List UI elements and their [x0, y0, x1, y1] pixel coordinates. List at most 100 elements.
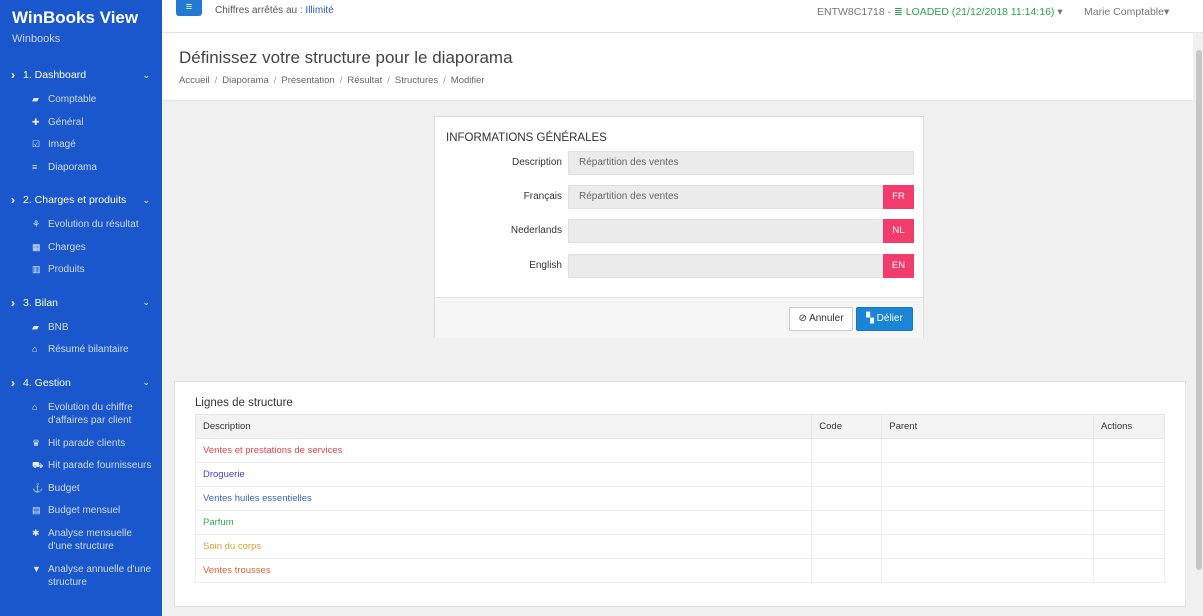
sidebar-item-label: Budget mensuel [48, 505, 121, 516]
language-badge: EN [883, 254, 914, 278]
chiffres-value[interactable]: Illimité [305, 5, 333, 16]
table-row[interactable]: Ventes et prestations de services [194, 438, 1165, 463]
cancel-button[interactable]: ⊘ Annuler [789, 307, 853, 331]
language-badge: FR [883, 185, 914, 209]
sidebar-item-label: Résumé bilantaire [48, 344, 129, 355]
unlink-icon: ▚ [866, 313, 877, 324]
sidebar-section-3[interactable]: › 3. Bilan ⌄ [0, 292, 162, 314]
sidebar-item-text: Produits [48, 263, 85, 276]
sidebar-item[interactable]: ♛ Hit parade clients [0, 437, 162, 460]
structure-panel: Lignes de structure Description Code Paren… [174, 381, 1186, 607]
sidebar-item-label: Analyse annuelle d'une [48, 563, 152, 575]
sidebar-item[interactable]: ≡ Diaporama [0, 161, 162, 184]
sidebar-section-1[interactable]: › 1. Dashboard ⌄ [0, 64, 162, 86]
sidebar-item[interactable]: ✱ Analyse mensuelle d'une structure [0, 527, 162, 563]
row-description: Soin du corps [194, 534, 813, 559]
card-title: INFORMATIONS GÉNÉRALES [446, 132, 607, 144]
sidebar-item[interactable]: ▰ BNB [0, 321, 162, 344]
connection-status[interactable]: ENTW8C1718 - ≣ LOADED (21/12/2018 11:14:… [817, 6, 1063, 18]
sidebar-section-2[interactable]: › 2. Charges et produits ⌄ [0, 189, 162, 211]
table-header-row: Description Code Parent Actions [194, 414, 1165, 439]
text-input[interactable] [568, 219, 884, 243]
sidebar-item-label: Comptable [48, 94, 97, 105]
breadcrumb-item[interactable]: Résultat [347, 75, 382, 86]
table-row[interactable]: Soin du corps [194, 534, 1165, 559]
chevron-right-icon: › [11, 375, 15, 390]
app-subtitle: Winbooks [12, 33, 61, 45]
row-actions [1093, 486, 1165, 511]
row-actions [1093, 558, 1165, 583]
field-row: Description Répartition des ventes [435, 151, 925, 175]
row-description: Ventes trousses [194, 558, 813, 583]
sidebar-item-text: Général [48, 116, 84, 129]
row-description: Ventes et prestations de services [194, 438, 813, 463]
row-parent [881, 510, 1095, 535]
sidebar-item[interactable]: ✚ Général [0, 116, 162, 139]
chiffres-label: Chiffres arrêtés au : [215, 5, 306, 16]
sidebar-item[interactable]: ▥ Produits [0, 263, 162, 286]
sidebar-item-text: Budget [48, 482, 80, 495]
table-icon: ▦ [32, 241, 41, 252]
sidebar-item[interactable]: ☑ Imagé [0, 138, 162, 161]
breadcrumb-item[interactable]: Structures [395, 75, 438, 86]
chevron-down-icon: ⌄ [142, 297, 150, 307]
column-header: Description [194, 414, 813, 439]
sidebar-section-label: 4. Gestion [23, 376, 71, 389]
breadcrumb: Accueil / Diaporama / Présentation / Résultat /… [179, 75, 485, 86]
sidebar-item[interactable]: ▰ Comptable [0, 93, 162, 116]
sidebar-item[interactable]: ▼ Analyse annuelle d'une structure [0, 563, 162, 599]
menu-toggle-button[interactable]: ≡ [176, 0, 202, 16]
sidebar-item[interactable]: ▦ Charges [0, 241, 162, 264]
chevron-down-icon: ⌄ [142, 69, 150, 80]
sidebar-item-text: Analyse annuelle d'une structure [48, 563, 151, 589]
user-menu[interactable]: Marie Comptable▾ [1084, 6, 1169, 18]
breadcrumb-item[interactable]: Présentation [281, 75, 334, 86]
ban-icon: ⊘ [798, 313, 810, 324]
sidebar-item-text: Hit parade clients [48, 437, 125, 450]
row-actions [1093, 438, 1165, 463]
breadcrumb-separator: / [443, 75, 446, 86]
list-icon: ≡ [32, 161, 38, 172]
sidebar-item[interactable]: ⌂ Résumé bilantaire [0, 343, 162, 366]
sidebar-item[interactable]: ⚘ Evolution du résultat [0, 218, 162, 241]
sidebar-section-label: 3. Bilan [23, 296, 59, 309]
sidebar-item[interactable]: ⛟ Hit parade fournisseurs [0, 459, 162, 482]
sidebar-section-4[interactable]: › 4. Gestion ⌄ [0, 372, 162, 394]
chart-icon: ⚘ [32, 219, 41, 229]
row-parent [881, 534, 1095, 559]
truck-icon: ⛟ [32, 460, 44, 470]
book-icon: ▰ [32, 321, 39, 332]
field-label: Nederlands [510, 225, 562, 236]
table-row[interactable]: Droguerie [194, 462, 1165, 487]
breadcrumb-item[interactable]: Accueil [179, 75, 210, 86]
breadcrumb-item[interactable]: Modifier [451, 75, 485, 86]
table-row[interactable]: Parfum [194, 510, 1165, 535]
field-label: English [529, 260, 562, 271]
row-description: Droguerie [194, 462, 813, 487]
hamburger-icon: ≡ [185, 1, 193, 13]
row-description: Ventes huiles essentielles [194, 486, 813, 511]
table-row[interactable]: Ventes trousses [194, 558, 1165, 583]
breadcrumb-item[interactable]: Diaporama [222, 75, 268, 86]
page-title: Définissez votre structure pour le diapo… [179, 48, 513, 67]
text-input[interactable]: Répartition des ventes [568, 151, 914, 175]
column-header: Actions [1093, 414, 1165, 439]
bank-icon: ⌂ [32, 401, 38, 412]
text-input[interactable] [568, 254, 884, 278]
chevron-right-icon: › [11, 295, 15, 310]
sidebar-item[interactable]: ▤ Budget mensuel [0, 504, 162, 527]
sidebar-item-label: Analyse mensuelle [48, 527, 132, 539]
app-title[interactable]: WinBooks View [12, 4, 162, 32]
sidebar-item-label: Evolution du chiffre [48, 401, 133, 413]
sidebar-section-label: 2. Charges et produits [23, 194, 127, 206]
sidebar-item[interactable]: ⌂ Evolution du chiffre d'affaires par clie… [0, 401, 162, 437]
anchor-icon: ⚓ [32, 482, 44, 493]
sidebar-item[interactable]: ⚓ Budget [0, 482, 162, 505]
scrollbar-thumb[interactable] [1196, 50, 1202, 570]
text-input[interactable]: Répartition des ventes [568, 185, 884, 209]
unlink-button[interactable]: ▚ Délier [856, 307, 913, 331]
table-row[interactable]: Ventes huiles essentielles [194, 486, 1165, 511]
row-code [811, 486, 883, 511]
glass-icon: ▼ [32, 563, 41, 574]
connection-name: ENTW8C1718 - [817, 6, 895, 18]
